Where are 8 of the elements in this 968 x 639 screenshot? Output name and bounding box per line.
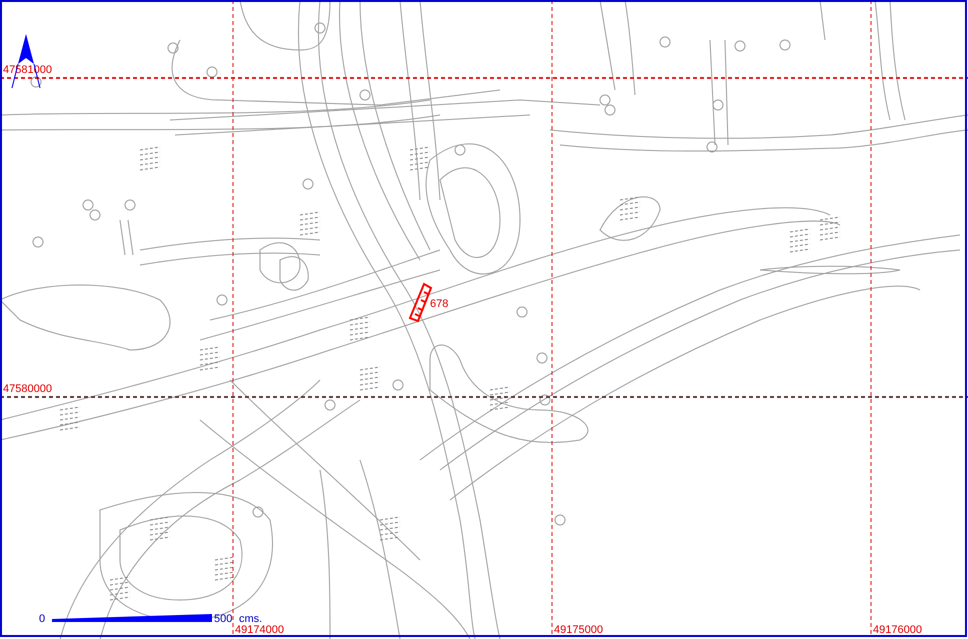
- scale-unit-label: cms.: [239, 613, 262, 625]
- northing-label: 47580000: [3, 383, 52, 395]
- easting-label: 49174000: [235, 624, 284, 636]
- scale-end-label: 500: [214, 613, 232, 625]
- feature-number: 678: [430, 298, 448, 310]
- scale-start-label: 0: [39, 613, 46, 625]
- easting-label: 49175000: [554, 624, 603, 636]
- easting-label: 49176000: [873, 624, 922, 636]
